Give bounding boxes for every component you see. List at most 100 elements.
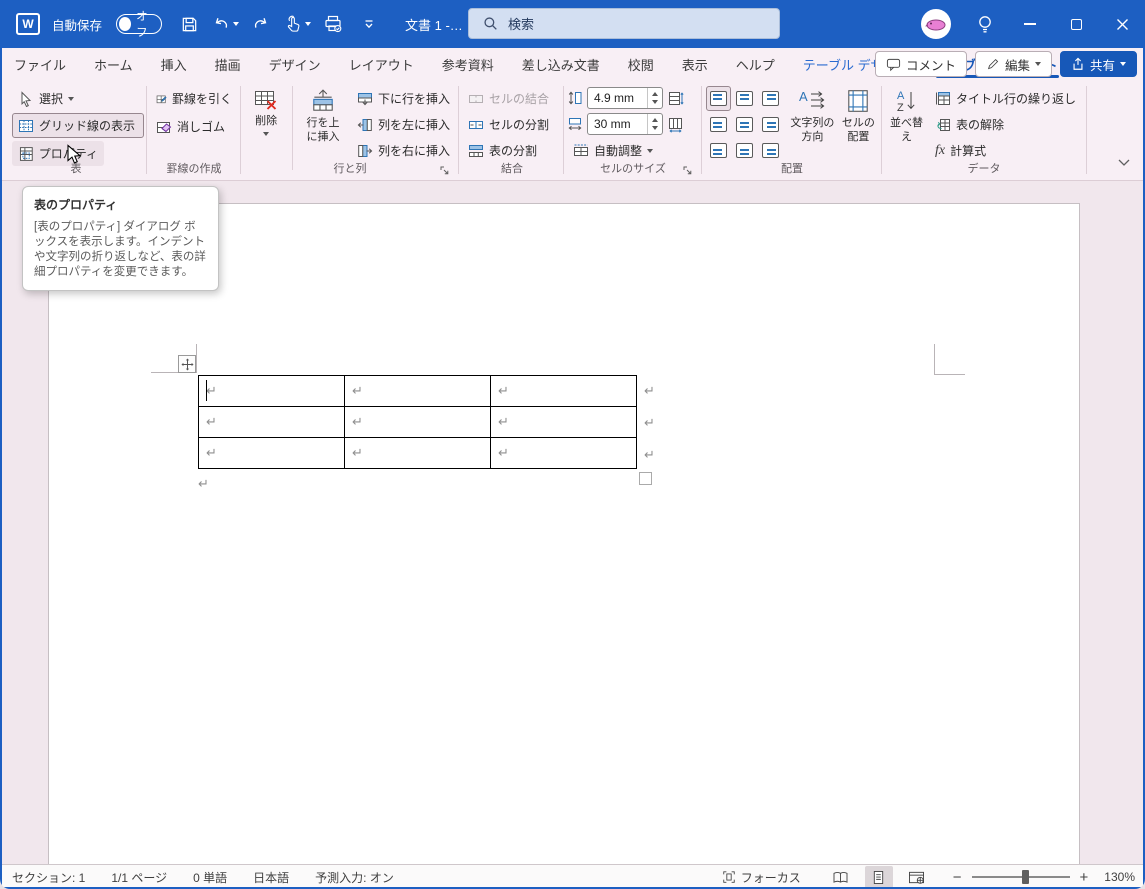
tab-file[interactable]: ファイル <box>0 48 80 80</box>
status-language[interactable]: 日本語 <box>253 869 289 886</box>
chevron-down-icon <box>68 96 75 101</box>
align-bottom-right-icon <box>762 143 779 158</box>
gridlines-icon <box>19 119 33 132</box>
table-move-handle[interactable] <box>178 355 196 373</box>
table-cell[interactable]: ↵ <box>490 375 637 407</box>
align-center-button[interactable] <box>732 112 757 137</box>
status-pages[interactable]: 1/1 ページ <box>111 869 167 886</box>
ideas-button[interactable] <box>963 0 1007 48</box>
focus-button[interactable]: フォーカス <box>722 869 801 886</box>
view-gridlines-button[interactable]: グリッド線の表示 <box>12 113 144 138</box>
align-top-left-button[interactable] <box>706 86 731 111</box>
tab-help[interactable]: ヘルプ <box>722 48 789 80</box>
comment-icon <box>886 58 901 71</box>
editing-mode-button[interactable]: 編集 <box>974 51 1052 77</box>
print-layout-button[interactable] <box>864 866 893 888</box>
column-width-steppers[interactable] <box>647 114 662 134</box>
web-layout-button[interactable] <box>903 866 931 888</box>
table-cell[interactable]: ↵ <box>344 437 491 469</box>
align-center-right-button[interactable] <box>758 112 783 137</box>
step-down-icon[interactable] <box>652 126 658 130</box>
tab-draw[interactable]: 描画 <box>201 48 255 80</box>
table-cell[interactable]: ↵ <box>198 375 345 407</box>
table-cell[interactable]: ↵ <box>490 406 637 438</box>
distribute-columns-icon[interactable] <box>667 116 684 133</box>
zoom-slider[interactable] <box>971 870 1070 884</box>
tooltip-body: [表のプロパティ] ダイアログ ボックスを表示します。インデントや文字列の折り返… <box>34 221 206 278</box>
draw-table-button[interactable]: 罫線を引く <box>150 86 238 111</box>
tab-references[interactable]: 参考資料 <box>428 48 508 80</box>
tab-mailings[interactable]: 差し込み文書 <box>508 48 614 80</box>
autosave-toggle[interactable]: 自動保存 オフ <box>52 11 163 39</box>
print-button[interactable] <box>318 7 348 41</box>
split-cells-button[interactable]: セルの分割 <box>462 112 562 137</box>
row-height-value[interactable]: 4.9 mm <box>588 91 647 105</box>
zoom-in-button[interactable]: + <box>1080 869 1089 886</box>
column-width-value[interactable]: 30 mm <box>588 117 647 131</box>
save-button[interactable] <box>174 7 204 41</box>
tab-design[interactable]: デザイン <box>255 48 335 80</box>
comments-button[interactable]: コメント <box>874 51 967 77</box>
tab-home[interactable]: ホーム <box>80 48 147 80</box>
zoom-out-button[interactable]: − <box>953 869 962 886</box>
rows-columns-dialog-launcher[interactable] <box>439 163 453 177</box>
row-height-spinner[interactable]: 4.9 mm <box>587 87 663 109</box>
distribute-rows-icon[interactable] <box>667 90 684 107</box>
tab-review[interactable]: 校閲 <box>614 48 668 80</box>
redo-button[interactable] <box>246 7 276 41</box>
group-data: AZ 並べ替え タイトル行の繰り返し 表の解除 fx 計算式 データ <box>886 84 1082 180</box>
row-height-steppers[interactable] <box>647 88 662 108</box>
repeat-header-rows-button[interactable]: タイトル行の繰り返し <box>929 86 1082 111</box>
status-ime[interactable]: 予測入力: オン <box>315 869 394 886</box>
align-top-center-button[interactable] <box>732 86 757 111</box>
select-button[interactable]: 選択 <box>12 86 144 111</box>
cell-pilcrow: ↵ <box>498 383 509 398</box>
maximize-button[interactable] <box>1053 0 1099 48</box>
cell-size-dialog-launcher[interactable] <box>682 163 696 177</box>
tab-insert[interactable]: 挿入 <box>147 48 201 80</box>
quick-access-menu-button[interactable] <box>354 7 384 41</box>
step-down-icon[interactable] <box>652 100 658 104</box>
zoom-percentage[interactable]: 130% <box>1104 870 1135 884</box>
table-cell[interactable]: ↵ <box>198 406 345 438</box>
column-width-spinner[interactable]: 30 mm <box>587 113 663 135</box>
document-page[interactable]: ↵ ↵ ↵ ↵ ↵ ↵ ↵ ↵ ↵ ↵ ↵ ↵ ↵ <box>48 203 1080 864</box>
tab-layout[interactable]: レイアウト <box>335 48 428 80</box>
table-resize-handle[interactable] <box>639 472 652 485</box>
redo-icon <box>254 18 267 28</box>
account-avatar[interactable] <box>921 9 951 39</box>
status-section[interactable]: セクション: 1 <box>12 869 85 886</box>
insert-left-button[interactable]: 列を左に挿入 <box>351 112 456 137</box>
convert-to-text-button[interactable]: 表の解除 <box>929 112 1082 137</box>
undo-button[interactable] <box>210 7 240 41</box>
tab-view[interactable]: 表示 <box>668 48 722 80</box>
align-center-left-button[interactable] <box>706 112 731 137</box>
eraser-button[interactable]: 消しゴム <box>150 114 238 139</box>
insert-below-label: 下に行を挿入 <box>377 92 450 106</box>
word-logo-letter: W <box>22 17 34 31</box>
search-icon <box>484 17 497 30</box>
autofit-icon <box>574 144 588 156</box>
table-cell[interactable]: ↵ <box>198 437 345 469</box>
share-button[interactable]: 共有 <box>1059 51 1137 77</box>
close-button[interactable] <box>1099 0 1145 48</box>
read-mode-button[interactable] <box>827 866 855 888</box>
insert-above-label-1: 行を上 <box>306 117 340 129</box>
step-up-icon[interactable] <box>652 92 658 96</box>
zoom-slider-thumb[interactable] <box>1021 870 1029 884</box>
minimize-button[interactable] <box>1007 0 1053 48</box>
ribbon-collapse-button[interactable] <box>1117 154 1131 172</box>
touch-mode-button[interactable] <box>282 7 312 41</box>
search-box[interactable]: 検索 <box>468 8 780 39</box>
insert-below-button[interactable]: 下に行を挿入 <box>351 86 456 111</box>
status-word-count[interactable]: 0 単語 <box>193 869 227 886</box>
document-table[interactable]: ↵ ↵ ↵ ↵ ↵ ↵ ↵ ↵ ↵ <box>198 375 637 469</box>
autosave-switch[interactable]: オフ <box>116 11 163 39</box>
table-cell[interactable]: ↵ <box>344 375 491 407</box>
table-cell[interactable]: ↵ <box>344 406 491 438</box>
step-up-icon[interactable] <box>652 118 658 122</box>
align-top-right-button[interactable] <box>758 86 783 111</box>
cell-pilcrow: ↵ <box>206 414 217 429</box>
print-layout-icon <box>874 870 884 884</box>
table-cell[interactable]: ↵ <box>490 437 637 469</box>
